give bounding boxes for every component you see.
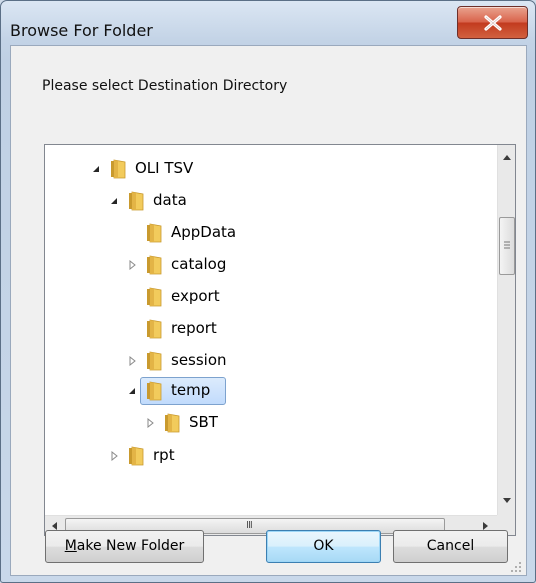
resize-grip-icon[interactable] [509, 560, 523, 574]
vertical-scrollbar[interactable] [497, 145, 515, 515]
tree-node-temp[interactable]: temp [45, 377, 465, 405]
tree-node-rpt[interactable]: rpt [45, 442, 465, 470]
folder-icon [147, 381, 162, 401]
folder-icon [129, 191, 144, 211]
close-icon [484, 15, 502, 31]
scroll-down-arrow-icon[interactable] [498, 491, 516, 509]
tree-node-oli-tsv[interactable]: OLI TSV [45, 155, 465, 183]
make-new-folder-button[interactable]: Make New Folder [45, 530, 204, 563]
folder-icon [147, 351, 162, 371]
tree-node-sbt[interactable]: SBT [45, 409, 465, 437]
tree-node-label: export [171, 287, 220, 305]
tree-node-label: report [171, 319, 217, 337]
expanded-triangle-icon[interactable] [127, 386, 137, 396]
dialog-body: Please select Destination Directory OLI … [10, 45, 527, 576]
tree-node-label: temp [171, 381, 211, 399]
tree-node-session[interactable]: session [45, 347, 465, 375]
grip-icon [504, 241, 510, 249]
collapsed-triangle-icon[interactable] [127, 260, 137, 270]
close-button[interactable] [457, 6, 528, 39]
ok-label: OK [313, 538, 334, 554]
tree-node-appdata[interactable]: AppData [45, 219, 465, 247]
tree-node-label: SBT [189, 413, 218, 431]
scroll-up-arrow-icon[interactable] [498, 149, 516, 167]
tree-node-report[interactable]: report [45, 315, 465, 343]
tree-node-catalog[interactable]: catalog [45, 251, 465, 279]
folder-tree: OLI TSV data AppData catalog export repo… [44, 144, 516, 536]
expanded-triangle-icon[interactable] [91, 164, 101, 174]
tree-node-label: data [153, 191, 187, 209]
tree-node-label: OLI TSV [135, 159, 194, 177]
prompt-text: Please select Destination Directory [42, 78, 288, 94]
folder-icon [147, 223, 162, 243]
title-bar[interactable]: Browse For Folder [1, 1, 535, 45]
cancel-button[interactable]: Cancel [393, 530, 508, 563]
folder-icon [147, 287, 162, 307]
tree-node-label: rpt [153, 446, 175, 464]
folder-icon [111, 159, 126, 179]
tree-node-label: session [171, 351, 227, 369]
window-title: Browse For Folder [10, 21, 153, 40]
vertical-scroll-thumb[interactable] [499, 217, 515, 275]
expanded-triangle-icon[interactable] [109, 196, 119, 206]
browse-for-folder-dialog: Browse For Folder Please select Destinat… [0, 0, 536, 583]
cancel-label: Cancel [426, 538, 475, 554]
folder-icon [147, 319, 162, 339]
tree-node-data[interactable]: data [45, 187, 465, 215]
tree-node-export[interactable]: export [45, 283, 465, 311]
collapsed-triangle-icon[interactable] [127, 356, 137, 366]
make-new-folder-label: Make New Folder [64, 538, 185, 554]
folder-icon [147, 255, 162, 275]
collapsed-triangle-icon[interactable] [145, 418, 155, 428]
tree-node-label: AppData [171, 223, 237, 241]
scroll-grip: III [246, 520, 253, 531]
tree-node-label: catalog [171, 255, 227, 273]
collapsed-triangle-icon[interactable] [109, 451, 119, 461]
folder-icon [165, 413, 180, 433]
folder-icon [129, 446, 144, 466]
folder-tree-view[interactable]: OLI TSV data AppData catalog export repo… [45, 145, 497, 515]
ok-button[interactable]: OK [266, 530, 381, 563]
